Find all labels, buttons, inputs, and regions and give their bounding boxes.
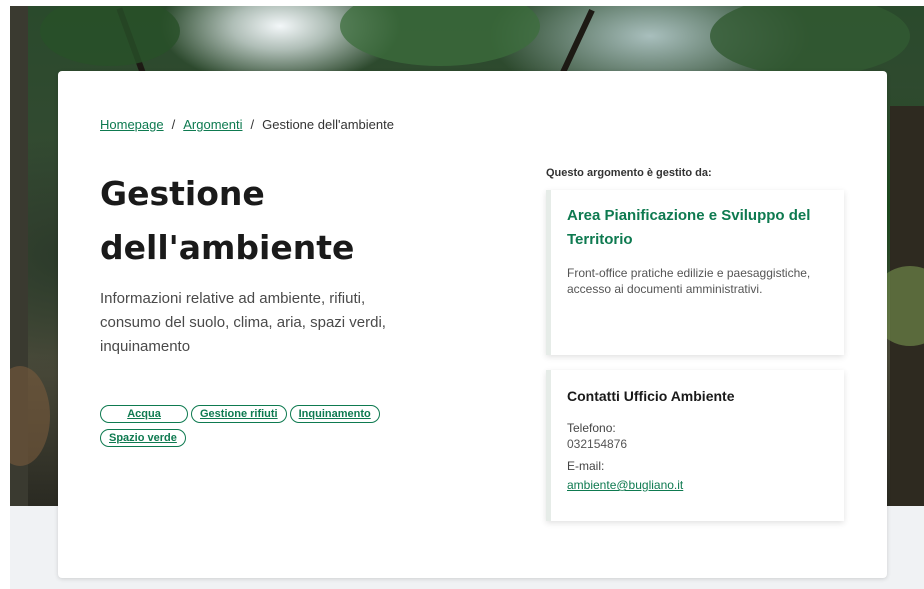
breadcrumb: Homepage / Argomenti / Gestione dell'amb… <box>100 117 394 132</box>
tag-chip[interactable]: Gestione rifiuti <box>191 405 287 423</box>
phone-label: Telefono: <box>567 421 616 435</box>
breadcrumb-current: Gestione dell'ambiente <box>262 117 394 132</box>
page-title: Gestione dell'ambiente <box>100 174 355 267</box>
topic-header-card: Homepage / Argomenti / Gestione dell'amb… <box>58 71 887 578</box>
tag-chip[interactable]: Inquinamento <box>289 405 380 423</box>
contact-title: Contatti Ufficio Ambiente <box>567 388 735 404</box>
breadcrumb-topics-link[interactable]: Argomenti <box>183 117 242 132</box>
managed-by-label: Questo argomento è gestito da: <box>546 167 712 179</box>
tag-chip[interactable]: Spazio verde <box>100 429 186 447</box>
email-link[interactable]: ambiente@bugliano.it <box>567 478 683 492</box>
topic-description: Informazioni relative ad ambiente, rifiu… <box>100 290 386 355</box>
breadcrumb-separator: / <box>250 117 255 132</box>
office-description: Front-office pratiche edilizie e paesagg… <box>567 266 811 296</box>
office-title-link[interactable]: Area Pianificazione e Sviluppo del Terri… <box>567 204 828 252</box>
tag-chip[interactable]: Acqua <box>100 405 188 423</box>
contact-card: Contatti Ufficio Ambiente Telefono: 0321… <box>546 370 844 521</box>
topic-tags: Acqua Gestione rifiuti Inquinamento Spazio … <box>100 402 410 450</box>
email-label: E-mail: <box>567 459 605 473</box>
breadcrumb-home-link[interactable]: Homepage <box>100 117 164 132</box>
office-card[interactable]: Area Pianificazione e Sviluppo del Terri… <box>546 190 844 355</box>
phone-value: 032154876 <box>567 437 628 451</box>
breadcrumb-separator: / <box>171 117 176 132</box>
